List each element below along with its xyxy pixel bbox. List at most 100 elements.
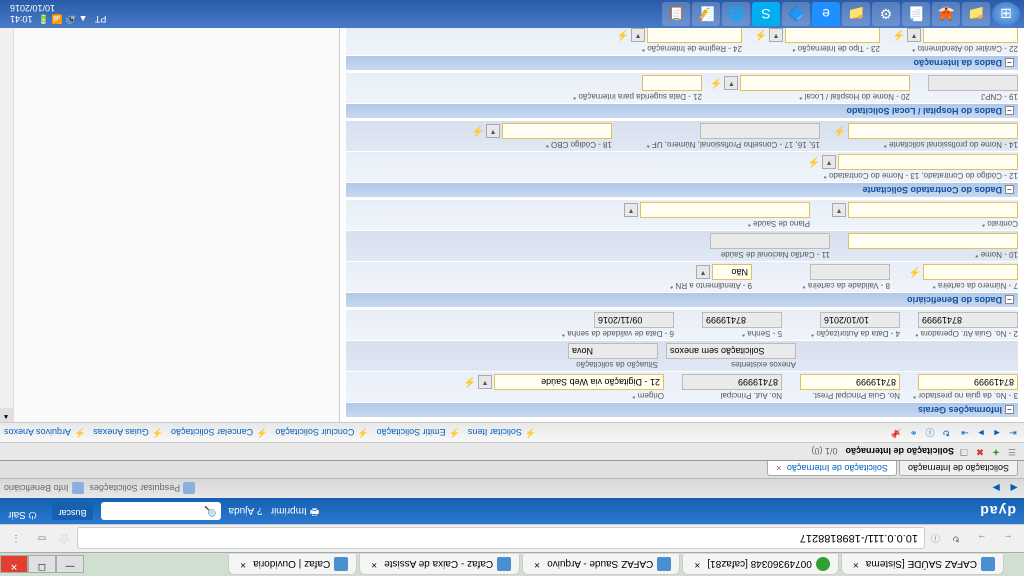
collapse-icon[interactable]: − [1005, 296, 1014, 305]
url-input[interactable] [77, 528, 925, 550]
dropdown-icon[interactable]: ▼ [624, 203, 638, 217]
collapse-icon[interactable]: − [1005, 406, 1014, 415]
nome-input[interactable] [848, 233, 1018, 249]
lookup-icon[interactable]: ⚡ [909, 267, 921, 278]
beneficiary-info-link[interactable]: Info Beneficiário [4, 483, 84, 495]
add-icon[interactable]: ✦ [990, 446, 1002, 458]
tipo-internacao-select[interactable] [785, 28, 880, 43]
menu-icon[interactable]: ⋮ [6, 529, 26, 549]
site-info-icon[interactable]: ⓘ [931, 532, 940, 545]
cancel-request-link[interactable]: ⚡ Cancelar Solicitação [171, 427, 267, 438]
list-icon[interactable]: ☰ [1006, 446, 1018, 458]
start-button[interactable]: ⊞ [992, 2, 1020, 26]
taskbar-app-icon[interactable]: 🦊 [932, 2, 960, 26]
browser-tab[interactable]: 00749360348 [cafaz81] × [682, 554, 839, 575]
section-contractor[interactable]: − Dados do Contratado Solicitante [346, 183, 1018, 197]
search-button[interactable]: Buscar [53, 502, 93, 520]
nav-prev-icon[interactable]: ◄ [1008, 482, 1020, 496]
taskbar-app-icon[interactable]: 📋 [662, 2, 690, 26]
taskbar-app-icon[interactable]: 📁 [962, 2, 990, 26]
contrato-input[interactable] [848, 202, 1018, 218]
lookup-icon[interactable]: ⚡ [710, 78, 722, 89]
browser-tab[interactable]: CAFAZ Saude - Arquivo × [522, 554, 680, 575]
last-record-icon[interactable]: ⇥ [958, 427, 972, 438]
prev-record-icon[interactable]: ◄ [990, 427, 1004, 438]
browser-tab[interactable]: Cafaz - Caixa de Assiste × [359, 554, 520, 575]
system-clock[interactable]: PT ▲ 🔊 📶 🔋 10:41 10/10/2016 [4, 4, 112, 25]
delete-icon[interactable]: ✖ [974, 446, 986, 458]
carater-atendimento-select[interactable] [923, 28, 1018, 43]
dropdown-icon[interactable]: ▼ [769, 28, 783, 42]
section-general-info[interactable]: − Informações Gerais [346, 403, 1018, 417]
first-record-icon[interactable]: ⇤ [1006, 427, 1020, 438]
extension-icon[interactable]: ▭ [32, 529, 52, 549]
taskbar-app-icon[interactable]: 🌐 [722, 2, 750, 26]
lookup-icon[interactable]: ⚡ [755, 30, 767, 41]
section-internment[interactable]: − Dados da Internação [346, 56, 1018, 70]
search-requests-link[interactable]: Pesquisar Solicitações [90, 483, 196, 495]
taskbar-app-icon[interactable]: 🔷 [782, 2, 810, 26]
taskbar-app-icon[interactable]: 📁 [842, 2, 870, 26]
scrollbar[interactable]: ▴ [0, 28, 14, 422]
dropdown-icon[interactable]: ▼ [478, 375, 492, 389]
dropdown-icon[interactable]: ▼ [486, 124, 500, 138]
lookup-icon[interactable]: ⚡ [464, 377, 476, 388]
atendimento-rn-select[interactable] [712, 264, 752, 280]
profissional-input[interactable] [848, 123, 1018, 139]
refresh-icon[interactable]: ↻ [942, 427, 950, 438]
taskbar-app-icon[interactable]: 📄 [902, 2, 930, 26]
finish-request-link[interactable]: ⚡ Concluir Solicitação [275, 427, 368, 438]
hospital-input[interactable] [740, 75, 910, 91]
taskbar-app-icon[interactable]: e [812, 2, 840, 26]
attached-guides-link[interactable]: ⚡ Guias Anexas [93, 427, 163, 438]
back-button[interactable]: ← [998, 529, 1018, 549]
data-internacao-input[interactable] [642, 75, 702, 91]
taskbar-app-icon[interactable]: 📝 [692, 2, 720, 26]
emit-request-link[interactable]: ⚡ Emitir Solicitação [377, 427, 460, 438]
browser-tab[interactable]: CAFAZ SAÚDE [Sistema × [841, 554, 1004, 575]
taskbar-app-icon[interactable]: S [752, 2, 780, 26]
plano-input[interactable] [640, 202, 810, 218]
browser-tab[interactable]: Cafaz | Ouvidoria × [228, 554, 357, 575]
copy-icon[interactable]: ❐ [958, 446, 970, 458]
tab-close-icon[interactable]: × [368, 558, 380, 570]
section-hospital[interactable]: − Dados do Hospital / Local Solicitado [346, 104, 1018, 118]
content-tab-active[interactable]: Solicitação de Internação × [767, 461, 897, 476]
lookup-icon[interactable]: ⚡ [472, 126, 484, 137]
dropdown-icon[interactable]: ▼ [724, 76, 738, 90]
reload-button[interactable]: ↻ [946, 529, 966, 549]
help-link[interactable]: ? Ajuda [229, 502, 263, 520]
tab-close-icon[interactable]: × [237, 558, 249, 570]
scroll-up-icon[interactable]: ▴ [0, 408, 13, 422]
lookup-icon[interactable]: ⚡ [808, 157, 820, 168]
dropdown-icon[interactable]: ▼ [907, 28, 921, 42]
window-close-button[interactable]: ✕ [0, 556, 28, 574]
nav-next-icon[interactable]: ► [990, 482, 1002, 496]
lookup-icon[interactable]: ⚡ [893, 30, 905, 41]
collapse-icon[interactable]: − [1005, 59, 1014, 68]
collapse-icon[interactable]: − [1005, 186, 1014, 195]
dropdown-icon[interactable]: ▼ [822, 155, 836, 169]
bookmark-icon[interactable]: ☆ [58, 530, 71, 547]
minimize-button[interactable]: — [56, 556, 84, 574]
section-beneficiary[interactable]: − Dados do Beneficiário [346, 293, 1018, 307]
logout-link[interactable]: ⏻ Sair [8, 502, 37, 520]
tab-close-icon[interactable]: × [531, 558, 543, 570]
global-search-input[interactable]: 🔍 [101, 502, 221, 520]
cbo-input[interactable] [502, 123, 612, 139]
carteira-input[interactable] [923, 264, 1018, 280]
tab-close-icon[interactable]: × [850, 558, 862, 570]
link-icon[interactable]: ⚭ [910, 427, 918, 438]
taskbar-app-icon[interactable]: ⚙ [872, 2, 900, 26]
dropdown-icon[interactable]: ▼ [696, 265, 710, 279]
tab-close-icon[interactable]: × [691, 558, 703, 570]
dropdown-icon[interactable]: ▼ [832, 203, 846, 217]
lookup-icon[interactable]: ⚡ [834, 126, 846, 137]
guia-prestador-input[interactable] [918, 374, 1018, 390]
print-link[interactable]: 🖶 Imprimir [271, 502, 320, 520]
pin-icon[interactable]: 📌 [891, 427, 902, 438]
request-items-link[interactable]: ⚡ Solicitar Itens [468, 427, 536, 438]
tab-close-icon[interactable]: × [776, 463, 781, 473]
guia-principal-prest-input[interactable] [800, 374, 900, 390]
dropdown-icon[interactable]: ▼ [631, 28, 645, 42]
